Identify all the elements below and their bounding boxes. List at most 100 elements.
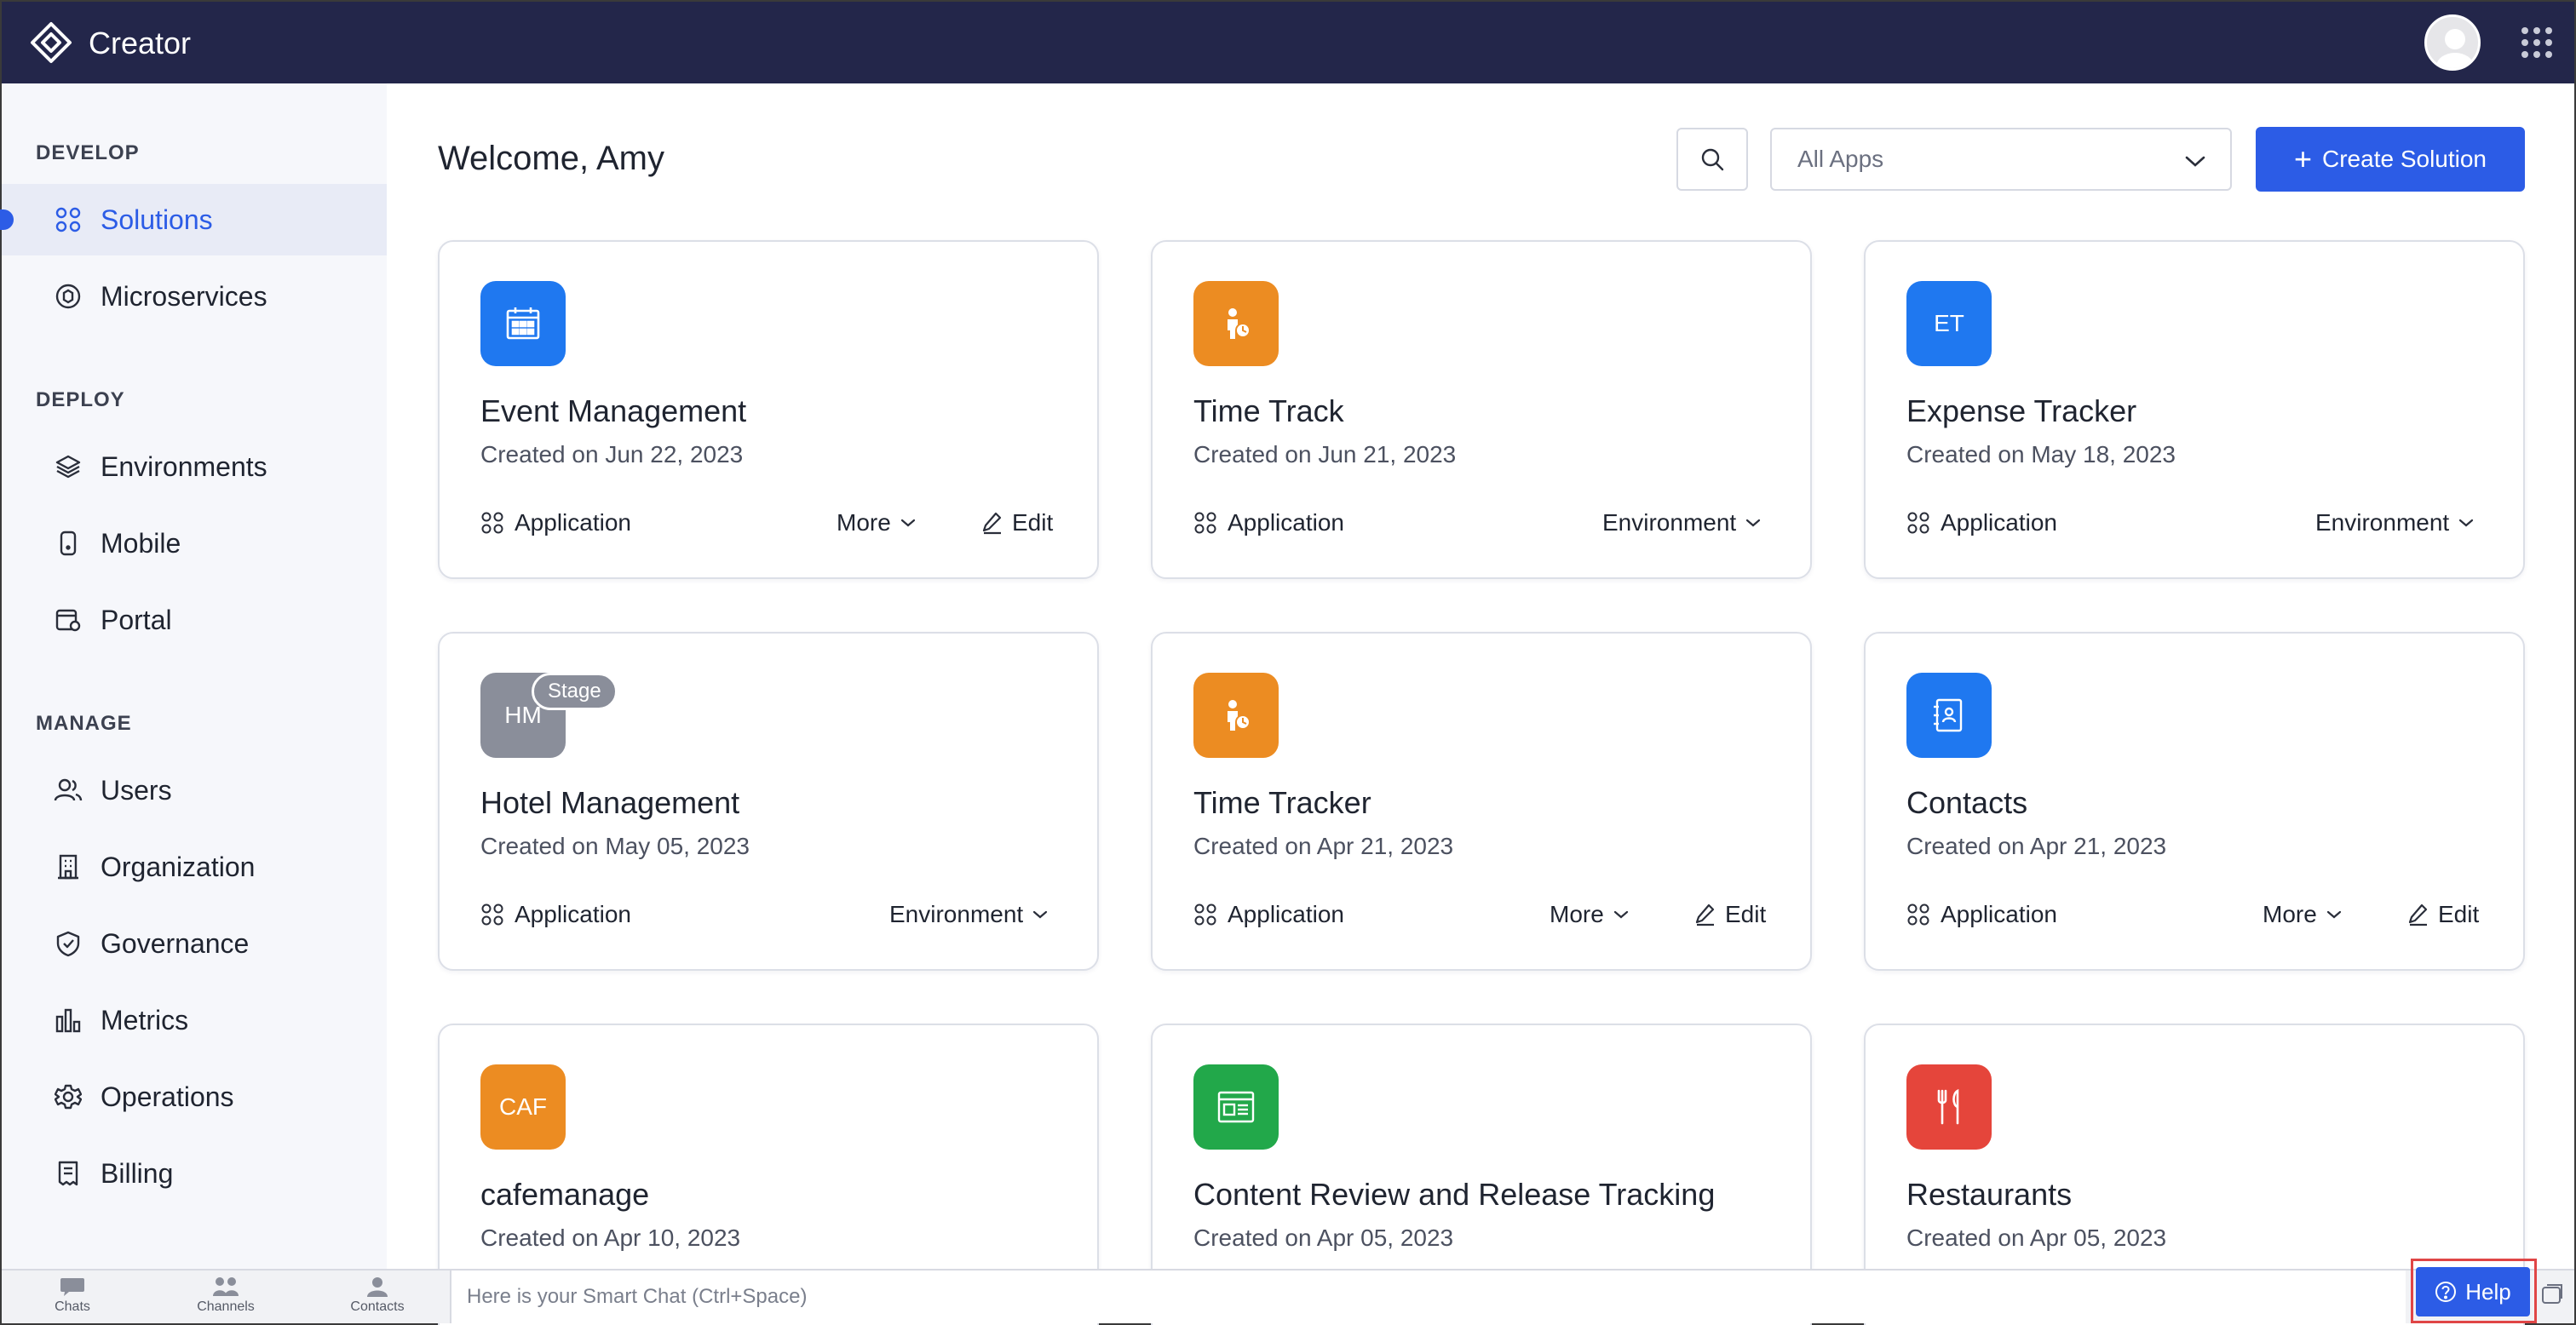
- users-icon: [53, 775, 83, 806]
- sidebar-item-environments[interactable]: Environments: [2, 431, 387, 502]
- bottom-item-channels[interactable]: Channels: [179, 1276, 273, 1320]
- creator-logo-icon[interactable]: [27, 20, 75, 65]
- search-icon: [1701, 148, 1724, 171]
- solution-card-time-track[interactable]: Time Track Created on Jun 21, 2023 Appli…: [1151, 240, 1812, 579]
- chevron-down-icon: [2458, 517, 2475, 529]
- edit-label: Edit: [1725, 901, 1767, 927]
- card-type-label: Application: [515, 509, 631, 536]
- more-dropdown[interactable]: More: [1550, 901, 1630, 928]
- app-title: Creator: [89, 26, 192, 60]
- card-type-label: Application: [515, 901, 631, 927]
- sidebar-item-label: Billing: [101, 1157, 174, 1189]
- apps-filter-value: All Apps: [1797, 146, 1884, 172]
- help-button[interactable]: Help: [2416, 1267, 2530, 1316]
- sidebar-item-mobile[interactable]: Mobile: [2, 508, 387, 579]
- create-solution-button[interactable]: + Create Solution: [2256, 127, 2525, 192]
- user-avatar[interactable]: [2424, 14, 2481, 71]
- edit-button[interactable]: Edit: [1694, 901, 1766, 928]
- application-icon: [480, 511, 504, 535]
- environment-dropdown[interactable]: Environment: [2315, 509, 2475, 536]
- sidebar-item-label: Portal: [101, 604, 172, 635]
- sidebar-item-organization[interactable]: Organization: [2, 831, 387, 903]
- sidebar-item-label: Solutions: [101, 204, 213, 235]
- card-title: Time Tracker: [1193, 785, 1371, 820]
- section-title-develop: DEVELOP: [36, 141, 140, 164]
- bottom-item-label: Contacts: [350, 1299, 405, 1314]
- card-title: Hotel Management: [480, 785, 740, 820]
- card-type: Application: [480, 901, 631, 928]
- environment-label: Environment: [2315, 509, 2450, 536]
- chat-window-icon[interactable]: [2540, 1282, 2564, 1306]
- environment-dropdown[interactable]: Environment: [889, 901, 1049, 928]
- solution-card-time-tracker[interactable]: Time Tracker Created on Apr 21, 2023 App…: [1151, 632, 1812, 971]
- card-type: Application: [1906, 901, 2057, 928]
- more-dropdown[interactable]: More: [2263, 901, 2343, 928]
- search-button[interactable]: [1676, 128, 1748, 191]
- sidebar-item-label: Microservices: [101, 280, 267, 312]
- sidebar-item-label: Users: [101, 774, 172, 806]
- card-date: Created on Jun 21, 2023: [1193, 441, 1457, 467]
- channels-icon: [213, 1277, 239, 1296]
- card-title: cafemanage: [480, 1177, 650, 1212]
- card-title: Time Track: [1193, 393, 1344, 428]
- apps-filter-dropdown[interactable]: All Apps: [1770, 128, 2232, 191]
- app-switcher-grid-icon[interactable]: [2521, 27, 2552, 58]
- environment-dropdown[interactable]: Environment: [1602, 509, 1762, 536]
- bottom-item-label: Channels: [197, 1299, 255, 1314]
- sidebar-item-portal[interactable]: Portal: [2, 584, 387, 656]
- card-type: Application: [1193, 901, 1344, 928]
- help-label: Help: [2465, 1278, 2511, 1305]
- gear-icon: [53, 1081, 83, 1112]
- section-title-manage: MANAGE: [36, 712, 132, 735]
- card-title: Restaurants: [1906, 1177, 2073, 1212]
- card-type: Application: [480, 509, 631, 536]
- avatar-silhouette-icon: [2436, 29, 2474, 68]
- edit-button[interactable]: Edit: [981, 509, 1053, 536]
- card-date: Created on Apr 21, 2023: [1906, 833, 2167, 859]
- application-icon: [480, 903, 504, 926]
- card-title: Contacts: [1906, 785, 2028, 820]
- microservices-icon: [53, 281, 83, 312]
- building-icon: [53, 852, 83, 882]
- chevron-down-icon: [2185, 156, 2205, 167]
- sidebar-item-users[interactable]: Users: [2, 754, 387, 826]
- environment-label: Environment: [1602, 509, 1737, 536]
- top-bar: Creator: [2, 2, 2574, 83]
- question-circle-icon: [2435, 1281, 2457, 1303]
- edit-button[interactable]: Edit: [2407, 901, 2479, 928]
- sidebar-item-operations[interactable]: Operations: [2, 1061, 387, 1133]
- sidebar-item-solutions[interactable]: Solutions: [0, 184, 387, 255]
- card-date: Created on Apr 21, 2023: [1193, 833, 1454, 859]
- card-type: Application: [1193, 509, 1344, 536]
- card-type-label: Application: [1941, 901, 2057, 927]
- sidebar-item-metrics[interactable]: Metrics: [2, 984, 387, 1056]
- person-clock-icon: [1193, 673, 1279, 758]
- sidebar-item-governance[interactable]: Governance: [2, 908, 387, 979]
- plus-icon: +: [2293, 141, 2312, 176]
- application-icon: [1193, 511, 1217, 535]
- application-icon: [1193, 903, 1217, 926]
- bottom-item-contacts[interactable]: Contacts: [331, 1276, 424, 1320]
- edit-label: Edit: [1012, 509, 1054, 536]
- solution-card-expense-tracker[interactable]: ET Expense Tracker Created on May 18, 20…: [1864, 240, 2525, 579]
- contact-book-icon: [1906, 673, 1992, 758]
- smart-chat-input[interactable]: Here is your Smart Chat (Ctrl+Space): [450, 1271, 2406, 1323]
- card-title: Content Review and Release Tracking: [1193, 1177, 1716, 1212]
- bottom-item-chats[interactable]: Chats: [26, 1276, 119, 1320]
- chevron-down-icon: [1745, 517, 1762, 529]
- card-type-label: Application: [1228, 509, 1344, 536]
- solution-card-hotel-management[interactable]: HM Stage Hotel Management Created on May…: [438, 632, 1099, 971]
- more-label: More: [837, 509, 891, 536]
- environment-label: Environment: [889, 901, 1024, 927]
- card-date: Created on May 18, 2023: [1906, 441, 2176, 467]
- card-type: Application: [1906, 509, 2057, 536]
- solutions-icon: [53, 204, 83, 235]
- card-type-label: Application: [1941, 509, 2057, 536]
- more-dropdown[interactable]: More: [837, 509, 917, 536]
- sidebar-item-billing[interactable]: Billing: [2, 1138, 387, 1209]
- solution-card-event-management[interactable]: Event Management Created on Jun 22, 2023…: [438, 240, 1099, 579]
- card-date: Created on Apr 05, 2023: [1906, 1225, 2167, 1251]
- solution-card-contacts[interactable]: Contacts Created on Apr 21, 2023 Applica…: [1864, 632, 2525, 971]
- sidebar-item-microservices[interactable]: Microservices: [2, 261, 387, 332]
- card-date: Created on Apr 05, 2023: [1193, 1225, 1454, 1251]
